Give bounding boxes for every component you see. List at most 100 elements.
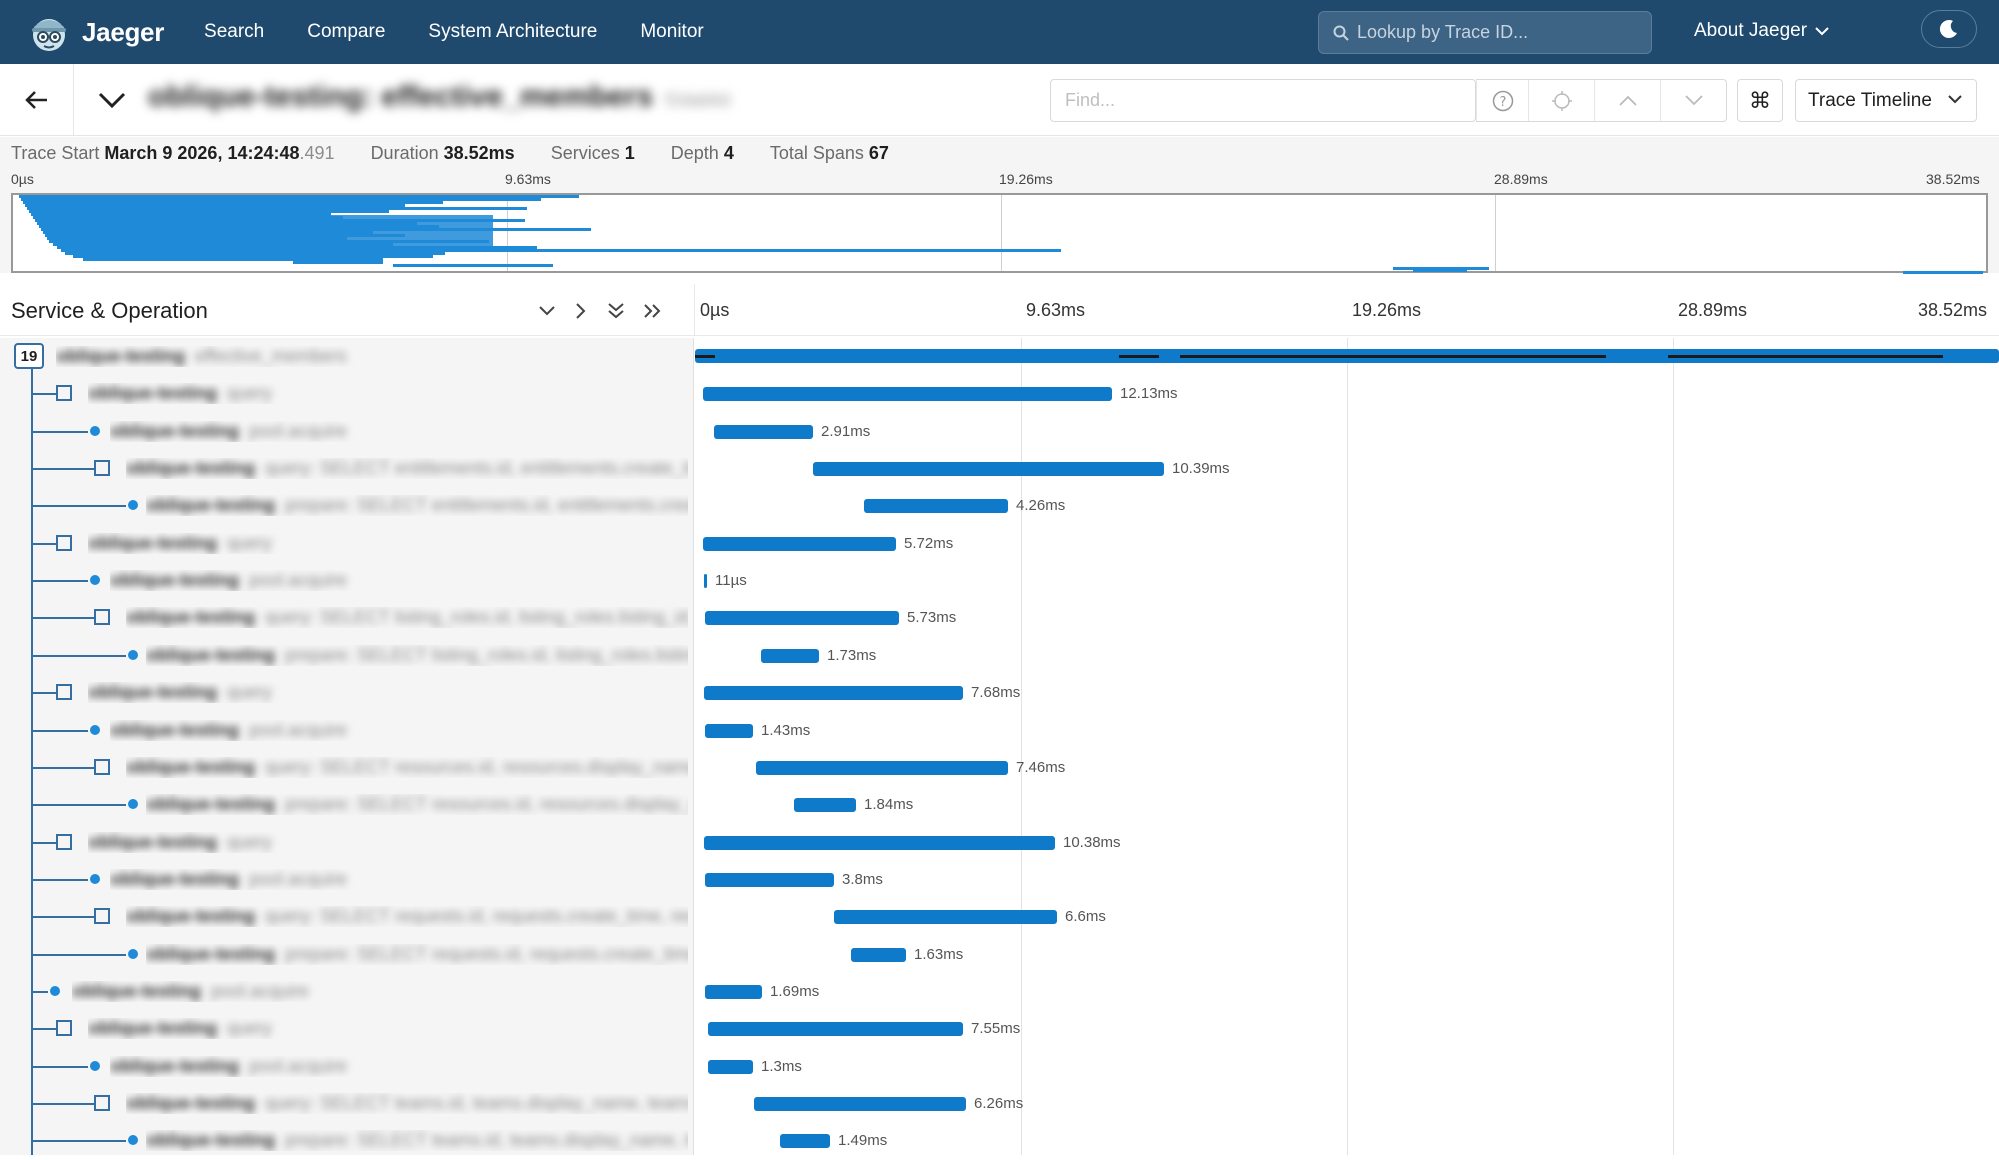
span-bar[interactable] [704, 835, 1055, 850]
span-row[interactable]: oblique-testing query 7.55ms [0, 1010, 1999, 1047]
next-result-button[interactable] [1660, 80, 1726, 121]
expand-toggle[interactable] [56, 833, 72, 850]
trace-id-input[interactable] [1357, 22, 1637, 43]
span-row[interactable]: oblique-testing query 5.72ms [0, 525, 1999, 562]
nav-search-link[interactable]: Search [204, 21, 264, 43]
span-row[interactable]: oblique-testing query 7.68ms [0, 674, 1999, 711]
span-bar[interactable] [714, 424, 813, 439]
span-row[interactable]: oblique-testing pool.acquire 11µs [0, 562, 1999, 599]
span-name[interactable]: oblique-testing query: SELECT entitlement… [126, 458, 688, 479]
span-name[interactable]: oblique-testing prepare: SELECT resources… [146, 794, 688, 815]
span-row[interactable]: oblique-testing prepare: SELECT requests.… [0, 936, 1999, 973]
span-name[interactable]: oblique-testing pool.acquire [72, 981, 688, 1002]
span-bar[interactable] [756, 760, 1008, 775]
expand-toggle[interactable] [94, 908, 110, 925]
span-row[interactable]: oblique-testing query 12.13ms [0, 375, 1999, 412]
span-bar[interactable] [705, 872, 834, 887]
span-row[interactable]: oblique-testing query: SELECT entitlement… [0, 450, 1999, 487]
span-row[interactable]: oblique-testing query: SELECT teams.id, t… [0, 1085, 1999, 1122]
expand-toggle[interactable] [56, 385, 72, 402]
collapse-trace-button[interactable] [92, 80, 132, 120]
keyboard-shortcuts-button[interactable]: ⌘ [1737, 79, 1783, 122]
span-name[interactable]: oblique-testing query [88, 682, 688, 703]
expand-toggle[interactable] [56, 1020, 72, 1037]
previous-result-button[interactable] [1594, 80, 1660, 121]
span-name[interactable]: oblique-testing pool.acquire [110, 720, 688, 741]
span-row[interactable]: oblique-testing pool.acquire 2.91ms [0, 413, 1999, 450]
span-bar[interactable] [704, 686, 963, 701]
span-row[interactable]: oblique-testing query: SELECT resources.i… [0, 749, 1999, 786]
nav-compare-link[interactable]: Compare [307, 21, 385, 43]
collapse-one-button[interactable] [534, 298, 560, 324]
nav-system-architecture-link[interactable]: System Architecture [428, 21, 597, 43]
locate-span-button[interactable] [1528, 80, 1594, 121]
span-bar[interactable] [703, 536, 896, 551]
span-row[interactable]: oblique-testing prepare: SELECT resources… [0, 786, 1999, 823]
span-row[interactable]: oblique-testing query: SELECT listing_rol… [0, 599, 1999, 636]
span-name[interactable]: oblique-testing query: SELECT listing_rol… [126, 607, 688, 628]
brand[interactable]: Jaeger [26, 9, 164, 55]
find-input[interactable] [1065, 90, 1445, 111]
span-bar[interactable] [705, 723, 753, 738]
expand-one-button[interactable] [568, 298, 594, 324]
collapse-all-button[interactable] [603, 298, 629, 324]
span-bar[interactable] [834, 910, 1057, 925]
span-name[interactable]: oblique-testing query [88, 1018, 688, 1039]
span-bar[interactable] [754, 1097, 966, 1111]
span-bar[interactable] [761, 648, 819, 663]
span-row[interactable]: oblique-testing query: SELECT requests.id… [0, 898, 1999, 935]
span-name[interactable]: oblique-testing prepare: SELECT entitleme… [146, 495, 688, 516]
child-count-badge[interactable]: 19 [14, 343, 44, 369]
span-bar[interactable] [703, 387, 1112, 402]
span-bar[interactable] [705, 984, 762, 999]
find-help-button[interactable]: ? [1476, 80, 1528, 121]
span-name[interactable]: oblique-testing pool.acquire [110, 869, 688, 890]
expand-toggle[interactable] [56, 534, 72, 551]
trace-id-lookup[interactable] [1318, 11, 1652, 54]
span-bar[interactable] [780, 1134, 830, 1149]
span-name[interactable]: oblique-testing query: SELECT requests.id… [126, 906, 688, 927]
span-bar[interactable] [708, 1059, 753, 1074]
span-name[interactable]: oblique-testing pool.acquire [110, 1056, 688, 1077]
span-bar[interactable] [813, 462, 1164, 477]
expand-toggle[interactable] [94, 460, 110, 477]
span-row[interactable]: oblique-testing pool.acquire 3.8ms [0, 861, 1999, 898]
pane-divider[interactable] [694, 284, 695, 336]
span-name[interactable]: oblique-testing query: SELECT teams.id, t… [126, 1093, 688, 1114]
span-row[interactable]: oblique-testing query 10.38ms [0, 824, 1999, 861]
expand-all-button[interactable] [640, 298, 666, 324]
span-name[interactable]: oblique-testing query [88, 383, 688, 404]
span-name[interactable]: oblique-testing query: SELECT resources.i… [126, 757, 688, 778]
span-bar[interactable] [864, 499, 1008, 514]
span-bar[interactable] [708, 1022, 963, 1037]
span-row[interactable]: oblique-testing pool.acquire 1.3ms [0, 1048, 1999, 1085]
span-name[interactable]: oblique-testing query [88, 533, 688, 554]
minimap-canvas[interactable] [11, 193, 1988, 274]
expand-toggle[interactable] [94, 1095, 110, 1111]
expand-toggle[interactable] [56, 684, 72, 701]
expand-toggle[interactable] [94, 609, 110, 626]
expand-toggle[interactable] [94, 758, 110, 775]
span-name[interactable]: oblique-testing effective_members [56, 346, 688, 367]
span-name[interactable]: oblique-testing prepare: SELECT teams.id,… [146, 1130, 688, 1151]
span-bar[interactable] [851, 947, 906, 962]
span-name[interactable]: oblique-testing pool.acquire [110, 421, 688, 442]
span-name[interactable]: oblique-testing pool.acquire [110, 570, 688, 591]
root-span-row[interactable]: 19 oblique-testing effective_members [0, 338, 1999, 375]
span-row[interactable]: oblique-testing pool.acquire 1.69ms [0, 973, 1999, 1010]
nav-monitor-link[interactable]: Monitor [640, 21, 703, 43]
back-button[interactable] [0, 64, 74, 136]
theme-toggle-button[interactable] [1921, 10, 1977, 48]
span-row[interactable]: oblique-testing pool.acquire 1.43ms [0, 712, 1999, 749]
about-jaeger-menu[interactable]: About Jaeger [1694, 20, 1829, 42]
span-row[interactable]: oblique-testing prepare: SELECT teams.id,… [0, 1122, 1999, 1159]
span-name[interactable]: oblique-testing query [88, 832, 688, 853]
span-name[interactable]: oblique-testing prepare: SELECT listing_r… [146, 645, 688, 666]
view-mode-select[interactable]: Trace Timeline [1795, 79, 1977, 122]
trace-minimap[interactable]: 0µs 9.63ms 19.26ms 28.89ms 38.52ms [0, 169, 1999, 274]
span-row[interactable]: oblique-testing prepare: SELECT entitleme… [0, 487, 1999, 524]
span-bar[interactable] [794, 798, 856, 813]
find-box[interactable] [1050, 79, 1476, 122]
span-bar[interactable] [704, 574, 707, 589]
span-name[interactable]: oblique-testing prepare: SELECT requests.… [146, 944, 688, 965]
